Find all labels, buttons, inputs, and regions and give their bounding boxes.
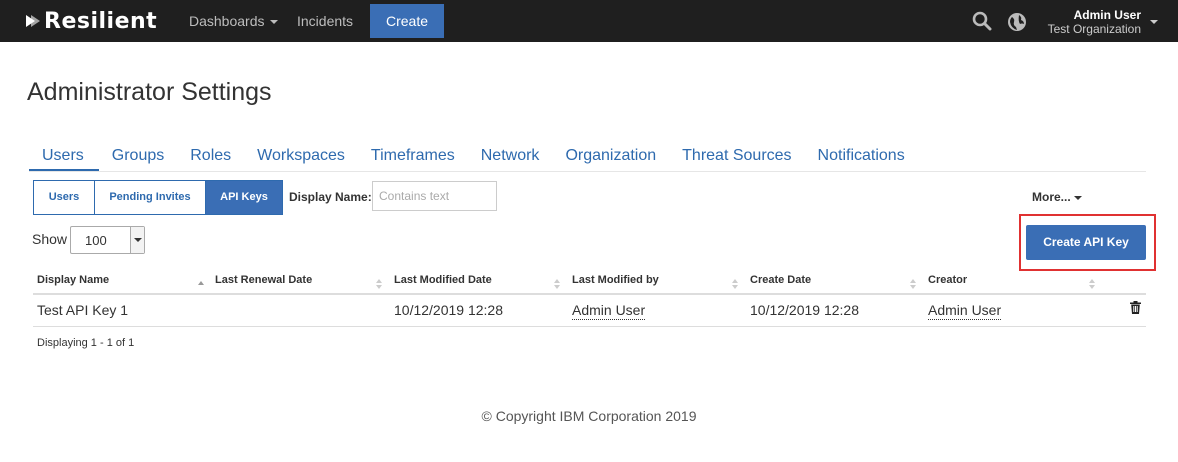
subtab-users[interactable]: Users [33,180,95,215]
tab-notifications[interactable]: Notifications [805,145,918,171]
nav-incidents[interactable]: Incidents [297,0,353,42]
tab-roles[interactable]: Roles [177,145,244,171]
trash-icon[interactable] [1130,301,1141,314]
page-title: Administrator Settings [27,78,272,106]
column-header-last-renewal-date[interactable]: Last Renewal Date [215,274,312,286]
cell-creator[interactable]: Admin User [928,302,1002,320]
chevron-down-icon [269,20,278,25]
sort-asc-icon[interactable] [198,280,204,286]
user-name: Admin User [1073,8,1141,22]
nav-dashboards[interactable]: Dashboards [189,0,278,42]
nav-dashboards-label: Dashboards [189,13,265,29]
search-icon[interactable] [972,11,992,31]
sort-icon[interactable] [732,279,738,289]
subtab-api-keys[interactable]: API Keys [205,180,283,215]
user-organization: Test Organization [1047,22,1141,36]
column-header-last-modified-date[interactable]: Last Modified Date [394,274,492,286]
page-size-select[interactable]: 100 [70,226,145,254]
column-header-create-date[interactable]: Create Date [750,274,811,286]
create-button[interactable]: Create [370,4,444,38]
globe-icon[interactable] [1007,12,1027,32]
tabs-divider [29,171,1146,172]
cell-create-date: 10/12/2019 12:28 [750,302,859,318]
table-header-divider [33,293,1146,295]
users-subtabs: Users Pending Invites API Keys [33,180,283,215]
tab-timeframes[interactable]: Timeframes [358,145,468,171]
display-name-filter-input[interactable] [372,181,497,211]
page-size-value: 100 [85,233,107,248]
create-api-key-button[interactable]: Create API Key [1026,225,1146,260]
display-name-filter-label: Display Name: [289,190,372,204]
cell-display-name[interactable]: Test API Key 1 [37,302,128,318]
tab-threat-sources[interactable]: Threat Sources [669,145,804,171]
tab-groups[interactable]: Groups [99,145,177,171]
user-menu-chevron-down-icon[interactable] [1150,20,1158,24]
brand-logo[interactable]: Resilient [26,8,157,34]
tab-organization[interactable]: Organization [552,145,669,171]
table-row-divider [33,326,1146,327]
resilient-logo-icon [26,15,40,27]
tab-network[interactable]: Network [468,145,553,171]
cell-last-modified-by[interactable]: Admin User [572,302,646,320]
sort-icon[interactable] [554,279,560,289]
sort-icon[interactable] [1089,279,1095,289]
tab-workspaces[interactable]: Workspaces [244,145,358,171]
brand-name: Resilient [44,8,158,34]
chevron-down-icon [1073,195,1082,200]
pagination-summary: Displaying 1 - 1 of 1 [37,337,135,349]
copyright-footer: © Copyright IBM Corporation 2019 [481,408,697,424]
more-menu[interactable]: More... [1032,190,1082,204]
column-header-creator[interactable]: Creator [928,274,967,286]
top-navbar: Resilient Dashboards Incidents Create Ad… [0,0,1178,42]
subtab-pending-invites[interactable]: Pending Invites [94,180,206,215]
sort-icon[interactable] [910,279,916,289]
settings-tabs: Users Groups Roles Workspaces Timeframes… [29,145,918,171]
more-menu-label: More... [1032,190,1071,204]
show-label: Show [32,231,68,247]
tab-users[interactable]: Users [29,145,99,171]
select-arrow-icon [130,227,144,253]
cell-last-modified-date: 10/12/2019 12:28 [394,302,503,318]
column-header-display-name[interactable]: Display Name [37,274,109,286]
column-header-last-modified-by[interactable]: Last Modified by [572,274,659,286]
user-menu[interactable]: Admin User Test Organization [1048,9,1141,37]
sort-icon[interactable] [376,279,382,289]
